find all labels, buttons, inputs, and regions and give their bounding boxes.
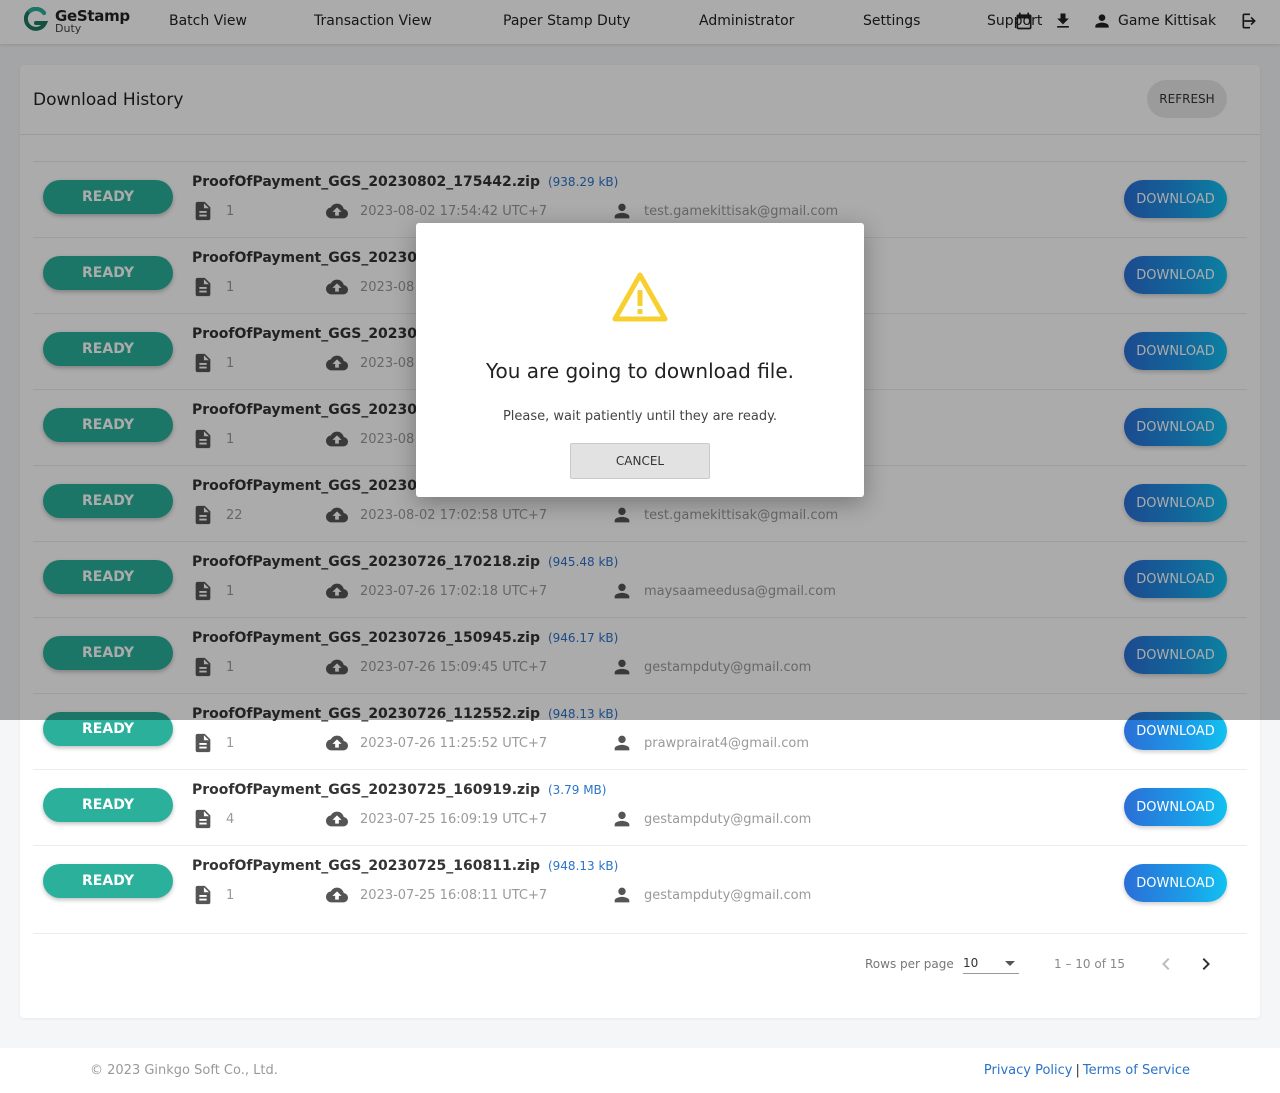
file-size: (3.79 MB) [547,783,607,797]
download-button[interactable]: DOWNLOAD [1124,864,1227,902]
file-name: ProofOfPayment_GGS_20230725_160919.zip (3… [192,782,606,798]
cancel-button[interactable]: CANCEL [570,443,710,479]
cloud-upload-icon [325,732,348,754]
file-count: 4 [226,812,235,827]
rows-per-page-value: 10 [963,956,979,970]
upload-time: 2023-07-26 11:25:52 UTC+7 [360,736,548,751]
status-badge: READY [43,864,173,898]
download-dialog: You are going to download file. Please, … [416,223,864,497]
status-badge: READY [43,788,173,822]
document-icon [192,884,214,906]
document-icon [192,808,214,830]
file-count: 1 [226,736,235,751]
terms-of-service-link[interactable]: Terms of Service [1083,1063,1190,1078]
file-count: 1 [226,888,235,903]
list-item: READY ProofOfPayment_GGS_20230725_160919.… [33,769,1247,845]
user-email: gestampduty@gmail.com [644,888,812,903]
chevron-left-icon[interactable] [1154,952,1178,976]
document-icon [192,732,214,754]
user-email: gestampduty@gmail.com [644,812,812,827]
pagination-range: 1 – 10 of 15 [1054,957,1125,971]
caret-down-icon [1005,961,1015,966]
warning-icon [612,272,668,322]
chevron-right-icon[interactable] [1194,952,1218,976]
person-icon [611,732,633,754]
file-name-text: ProofOfPayment_GGS_20230725_160919.zip [192,782,540,798]
footer-separator: | [1075,1063,1080,1078]
cloud-upload-icon [325,884,348,906]
list-item: READY ProofOfPayment_GGS_20230725_160811.… [33,845,1247,934]
pagination: Rows per page 10 1 – 10 of 15 [20,950,1260,980]
upload-time: 2023-07-25 16:08:11 UTC+7 [360,888,548,903]
upload-time: 2023-07-25 16:09:19 UTC+7 [360,812,548,827]
footer-links: Privacy Policy | Terms of Service [984,1063,1190,1078]
file-name-text: ProofOfPayment_GGS_20230725_160811.zip [192,858,540,874]
dialog-message: Please, wait patiently until they are re… [502,409,778,424]
rows-per-page-label: Rows per page [865,957,954,971]
person-icon [611,808,633,830]
download-button[interactable]: DOWNLOAD [1124,788,1227,826]
footer: © 2023 Ginkgo Soft Co., Ltd. Privacy Pol… [0,1048,1280,1093]
cloud-upload-icon [325,808,348,830]
copyright: © 2023 Ginkgo Soft Co., Ltd. [90,1063,278,1078]
file-size: (948.13 kB) [547,859,619,873]
file-name: ProofOfPayment_GGS_20230725_160811.zip (9… [192,858,618,874]
user-email: prawprairat4@gmail.com [644,736,810,751]
privacy-policy-link[interactable]: Privacy Policy [984,1063,1073,1078]
rows-per-page-select[interactable]: 10 [963,950,1019,974]
dialog-title: You are going to download file. [485,359,795,383]
person-icon [611,884,633,906]
